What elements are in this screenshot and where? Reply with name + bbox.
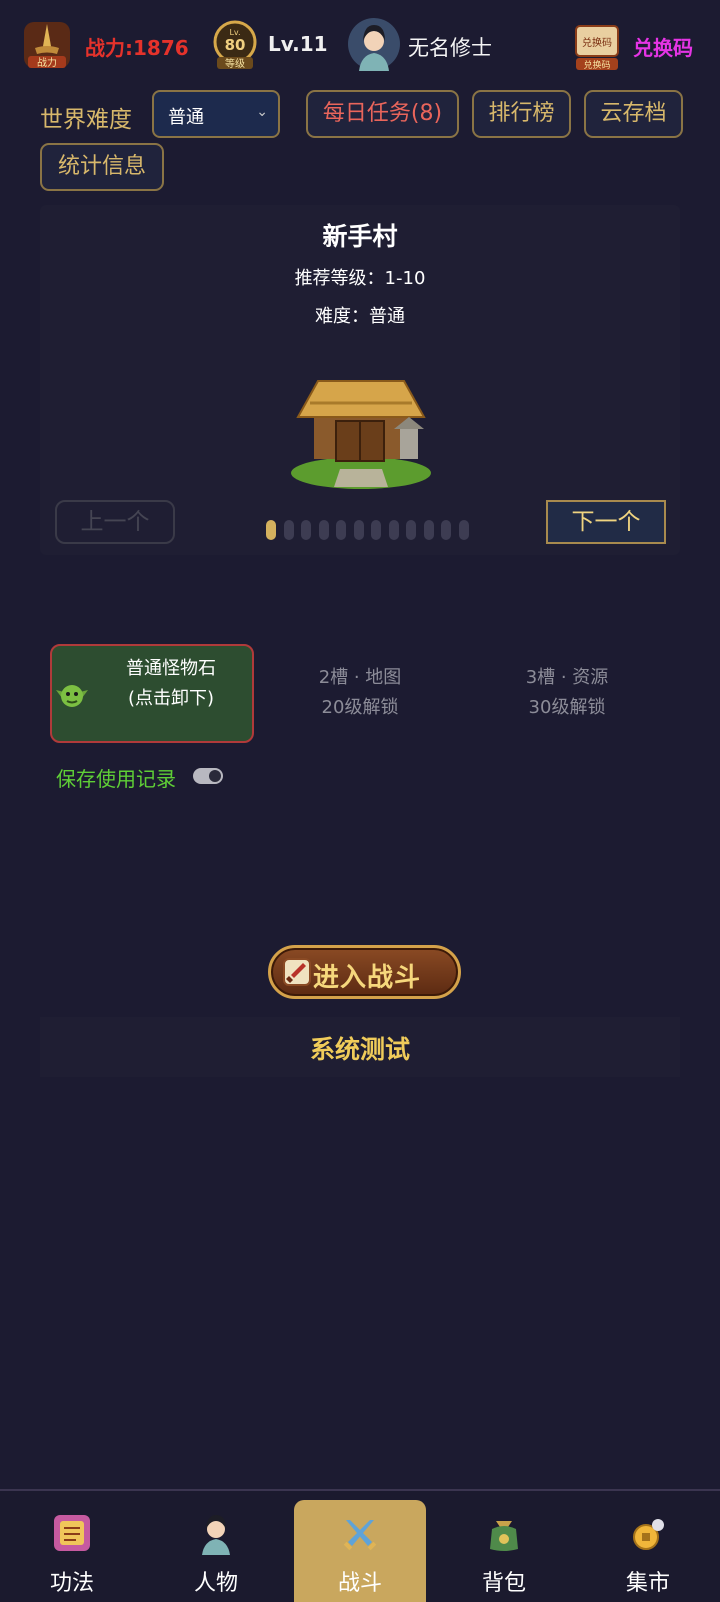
pagination-dot[interactable] — [423, 520, 434, 540]
map-difficulty: 难度：普通 — [315, 306, 405, 327]
map-name: 新手村 — [322, 222, 398, 251]
enter-battle-label: 进入战斗 — [313, 963, 422, 993]
svg-text:兑换码: 兑换码 — [583, 59, 610, 71]
slot-2-unlock: 20级解锁 — [321, 697, 399, 718]
pagination-dot[interactable] — [406, 520, 416, 540]
save-record-label: 保存使用记录 — [56, 767, 176, 791]
level-badge-num: 80 — [225, 36, 246, 54]
next-map-button[interactable]: 下一个 — [546, 500, 666, 544]
player-level: Lv.11 — [268, 32, 328, 56]
map-recommended-level: 推荐等级：1-10 — [294, 268, 426, 289]
slot-1-item-name: 普通怪物石 — [126, 658, 216, 679]
nav-market[interactable]: 集市 — [576, 1491, 720, 1602]
difficulty-selected-value: 普通 — [168, 107, 204, 128]
top-status-bar: 战力 战力:1876 Lv. 80 等级 Lv.11 无名修士 兑换码 兑换码 — [0, 0, 720, 90]
nav-backpack[interactable]: 背包 — [432, 1491, 576, 1602]
slot-3-resource: 3槽 · 资源 30级解锁 — [467, 663, 667, 723]
village-gate-icon — [288, 373, 434, 493]
slot-2-title: 2槽 · 地图 — [318, 667, 402, 688]
character-icon — [202, 1515, 230, 1555]
world-difficulty-label: 世界难度 — [40, 107, 132, 133]
slot-1-hint: (点击卸下) — [127, 688, 215, 709]
nav-techniques[interactable]: 功法 — [0, 1491, 144, 1602]
slot-3-title: 3槽 · 资源 — [525, 667, 609, 688]
pagination-dot[interactable] — [301, 520, 311, 540]
pagination-dot[interactable] — [371, 520, 381, 540]
nav-market-label: 集市 — [625, 1571, 670, 1596]
nav-battle[interactable]: 战斗 — [294, 1500, 426, 1602]
level-badge-icon: Lv. 80 等级 — [208, 18, 262, 72]
player-avatar[interactable] — [347, 17, 401, 71]
pagination-dot[interactable] — [318, 520, 329, 540]
bottom-navigation: 功法 人物 战斗 背包 集市 — [0, 1489, 720, 1602]
enter-battle-button[interactable]: 进入战斗 — [268, 945, 461, 999]
crossed-swords-icon — [343, 1520, 377, 1551]
pagination-dot[interactable] — [283, 520, 294, 540]
pagination-dot[interactable] — [458, 520, 469, 540]
redeem-icon-text: 兑换码 — [582, 36, 612, 49]
power-icon-text: 战力 — [37, 56, 57, 69]
slot-1-monster-stone[interactable]: 普通怪物石 (点击卸下) — [50, 644, 254, 743]
cloud-save-button[interactable]: 云存档 — [584, 90, 683, 138]
nav-character-label: 人物 — [193, 1571, 238, 1596]
statistics-button[interactable]: 统计信息 — [40, 143, 164, 191]
slot-3-unlock: 30级解锁 — [528, 697, 606, 718]
nav-techniques-label: 功法 — [49, 1571, 94, 1596]
pagination-dot[interactable] — [353, 520, 364, 540]
redeem-code-icon[interactable]: 兑换码 兑换码 — [570, 18, 624, 72]
goblin-icon — [56, 685, 88, 707]
difficulty-select[interactable]: 普通 ⌄ — [152, 90, 280, 138]
previous-map-button[interactable]: 上一个 — [55, 500, 175, 544]
pagination-dot[interactable] — [388, 520, 399, 540]
daily-tasks-button[interactable]: 每日任务(8) — [306, 90, 459, 138]
scroll-icon — [54, 1515, 90, 1551]
sword-icon — [283, 958, 311, 986]
pagination-dot[interactable] — [266, 520, 276, 540]
pagination-dot[interactable] — [336, 520, 346, 540]
redeem-code-link[interactable]: 兑换码 — [633, 32, 693, 61]
combat-power-icon: 战力 — [20, 18, 74, 72]
toggle-knob — [209, 770, 221, 782]
save-record-toggle[interactable] — [193, 768, 223, 784]
market-icon — [633, 1519, 664, 1550]
player-name: 无名修士 — [408, 36, 492, 60]
level-badge-text: 等级 — [225, 57, 245, 70]
slot-2-map: 2槽 · 地图 20级解锁 — [260, 663, 460, 723]
pagination-dot[interactable] — [441, 520, 451, 540]
bag-icon — [490, 1521, 518, 1551]
nav-battle-label: 战斗 — [337, 1571, 382, 1596]
nav-backpack-label: 背包 — [481, 1571, 526, 1596]
leaderboard-button[interactable]: 排行榜 — [472, 90, 571, 138]
system-test-label: 系统测试 — [309, 1035, 410, 1064]
nav-character[interactable]: 人物 — [144, 1491, 288, 1602]
chevron-down-icon: ⌄ — [256, 104, 268, 120]
combat-power-value: 战力:1876 — [85, 36, 189, 60]
